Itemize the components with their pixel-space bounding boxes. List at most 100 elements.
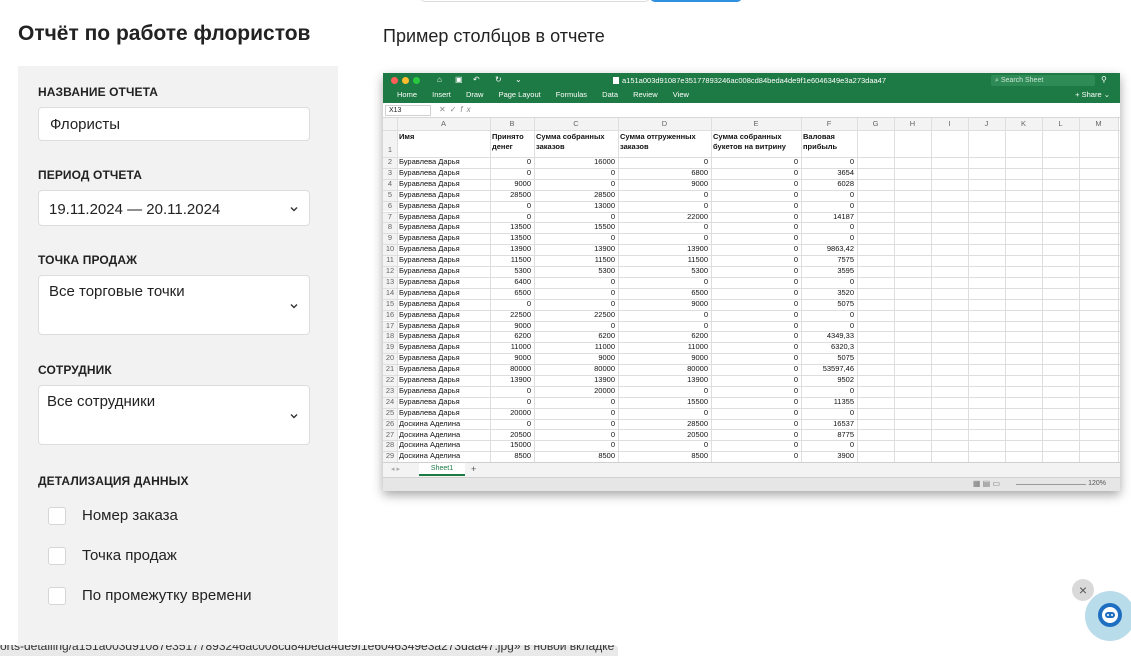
- table-cell: Буравлева Дарья: [399, 353, 460, 363]
- detail-option-label: По промежутку времени: [82, 587, 252, 604]
- grid-line: [490, 118, 491, 463]
- table-cell: Буравлева Дарья: [399, 287, 460, 297]
- table-cell: Буравлева Дарья: [399, 244, 460, 254]
- report-name-input[interactable]: [38, 107, 310, 141]
- table-cell: 0: [849, 200, 854, 210]
- table-cell: 9000: [691, 178, 708, 188]
- table-cell: 0: [610, 396, 615, 406]
- table-cell: 4349,33: [826, 331, 854, 341]
- table-cell: 9000: [514, 353, 531, 363]
- chat-close-button[interactable]: ×: [1072, 579, 1094, 601]
- detail-option-label: Номер заказа: [82, 507, 178, 524]
- table-cell: 8775: [837, 429, 854, 439]
- table-cell: 28500: [687, 418, 708, 428]
- table-cell: 11355: [833, 396, 854, 406]
- table-cell: 0: [703, 309, 708, 319]
- table-cell: Буравлева Дарья: [399, 211, 460, 221]
- checkbox[interactable]: [48, 587, 66, 605]
- top-toolbar-button[interactable]: [650, 0, 742, 2]
- table-cell: Буравлева Дарья: [399, 157, 460, 166]
- table-cell: 22500: [594, 309, 615, 319]
- excel-sheet-tabs: ◂ ▸ Sheet1 +: [383, 462, 1120, 477]
- row-header: 29: [383, 451, 397, 463]
- table-cell: 13500: [510, 233, 531, 243]
- grid-line: [383, 233, 1120, 234]
- table-cell: 0: [849, 222, 854, 232]
- period-select[interactable]: 19.11.2024 — 20.11.2024: [38, 190, 310, 226]
- ribbon-tab: Insert: [432, 90, 451, 99]
- table-cell: 0: [793, 309, 798, 319]
- cell-reference: X13: [385, 105, 431, 116]
- table-cell: 0: [610, 440, 615, 450]
- row-header: 17: [383, 320, 397, 332]
- grid-line: [383, 244, 1120, 245]
- header-cell-line: Сумма отгруженных: [620, 132, 696, 141]
- table-cell: 0: [610, 287, 615, 297]
- table-cell: 0: [793, 167, 798, 177]
- save-icon: ▣: [455, 75, 463, 84]
- table-cell: Буравлева Дарья: [399, 233, 460, 243]
- table-cell: 0: [703, 189, 708, 199]
- checkbox[interactable]: [48, 547, 66, 565]
- header-cell: Сумма отгруженных заказов: [620, 132, 710, 156]
- excel-titlebar: ⌂ ▣ ↶ ↻ ⌄ a151a003d91087e35177893246ac00…: [383, 73, 1120, 103]
- store-select[interactable]: Все торговые точки: [38, 275, 310, 335]
- header-cell: Валовая прибыль: [803, 132, 856, 156]
- table-cell: 0: [610, 211, 615, 221]
- grid-line: [383, 277, 1120, 278]
- table-cell: 0: [849, 385, 854, 395]
- row-header: 22: [383, 375, 397, 386]
- store-value: Все торговые точки: [49, 283, 185, 300]
- table-cell: 0: [703, 385, 708, 395]
- ribbon-tab: Home: [397, 90, 418, 99]
- table-cell: 0: [793, 418, 798, 428]
- table-cell: 0: [793, 157, 798, 166]
- grid-line: [383, 288, 1120, 289]
- table-cell: 0: [849, 440, 854, 450]
- table-cell: 3654: [837, 167, 854, 177]
- table-cell: 0: [849, 320, 854, 330]
- row-header: 15: [383, 298, 397, 310]
- row-header: 21: [383, 364, 397, 375]
- grid-line: [383, 130, 1120, 131]
- table-cell: 0: [703, 200, 708, 210]
- table-cell: 0: [793, 287, 798, 297]
- excel-ribbon-tabs: Home Insert Draw Page Layout Formulas Da…: [397, 90, 702, 99]
- table-cell: Буравлева Дарья: [399, 189, 460, 199]
- ribbon-tab: Formulas: [555, 90, 588, 99]
- redo-icon: ↻: [495, 75, 502, 84]
- table-cell: 0: [793, 211, 798, 221]
- table-cell: Буравлева Дарья: [399, 342, 460, 352]
- close-window-icon: [391, 77, 398, 84]
- table-cell: Буравлева Дарья: [399, 200, 460, 210]
- grid-line: [397, 118, 398, 463]
- table-cell: 5075: [837, 298, 854, 308]
- table-cell: 0: [793, 364, 798, 374]
- period-label: ПЕРИОД ОТЧЕТА: [38, 168, 142, 182]
- grid-line: [383, 353, 1120, 354]
- table-cell: 0: [793, 255, 798, 265]
- table-cell: 0: [610, 167, 615, 177]
- ribbon-tab: Data: [602, 90, 618, 99]
- column-header: D: [618, 118, 711, 130]
- table-cell: 0: [703, 276, 708, 286]
- table-cell: 0: [793, 407, 798, 417]
- row-header: 28: [383, 440, 397, 452]
- employee-select[interactable]: Все сотрудники: [38, 385, 310, 445]
- table-cell: 0: [793, 276, 798, 286]
- row-header: 5: [383, 189, 397, 201]
- row-header: 16: [383, 309, 397, 321]
- table-cell: 13000: [594, 200, 615, 210]
- chat-widget-button[interactable]: [1085, 591, 1131, 641]
- table-cell: 3595: [837, 266, 854, 275]
- chevron-down-icon: [290, 414, 298, 419]
- table-cell: 9863,42: [826, 244, 854, 254]
- table-cell: 9000: [514, 178, 531, 188]
- column-header: F: [801, 118, 857, 130]
- name-label: НАЗВАНИЕ ОТЧЕТА: [38, 85, 159, 99]
- checkbox[interactable]: [48, 507, 66, 525]
- table-cell: 16537: [833, 418, 854, 428]
- table-cell: Буравлева Дарья: [399, 167, 460, 177]
- table-cell: 0: [526, 167, 531, 177]
- column-header: H: [894, 118, 931, 130]
